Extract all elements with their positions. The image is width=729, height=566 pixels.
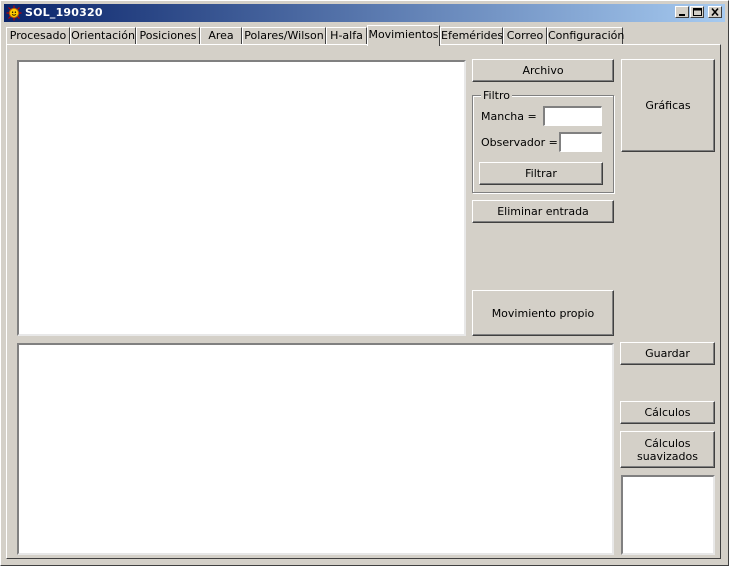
calculos-button[interactable]: Cálculos	[620, 401, 715, 424]
calculos-output-box[interactable]	[621, 475, 715, 555]
close-icon	[711, 7, 719, 17]
tab-configuracion[interactable]: Configuración	[547, 27, 624, 44]
tab-h-alfa[interactable]: H-alfa	[326, 27, 367, 44]
archivo-button[interactable]: Archivo	[472, 59, 614, 82]
maximize-icon	[693, 8, 702, 16]
eliminar-entrada-button[interactable]: Eliminar entrada	[472, 200, 614, 223]
graficas-button[interactable]: Gráficas	[621, 59, 715, 152]
tab-area[interactable]: Area	[200, 27, 242, 44]
tab-procesado[interactable]: Procesado	[6, 27, 70, 44]
tab-movimientos[interactable]: Movimientos	[367, 25, 440, 46]
sun-icon	[6, 5, 22, 21]
guardar-button[interactable]: Guardar	[620, 342, 715, 365]
calculos-suavizados-button[interactable]: Cálculos suavizados	[620, 431, 715, 468]
tab-efemerides[interactable]: Efemérides	[440, 27, 503, 44]
tab-strip: Procesado Orientación Posiciones Area Po…	[6, 25, 726, 46]
observador-label: Observador =	[481, 136, 558, 149]
tab-polares-wilson[interactable]: Polares/Wilson	[242, 27, 326, 44]
tab-orientacion[interactable]: Orientación	[70, 27, 136, 44]
tab-posiciones[interactable]: Posiciones	[136, 27, 200, 44]
maximize-button[interactable]	[690, 6, 704, 18]
filtrar-button[interactable]: Filtrar	[479, 162, 603, 185]
observador-input[interactable]	[559, 132, 602, 152]
close-button[interactable]	[708, 6, 722, 18]
window-title: SOL_190320	[25, 6, 103, 19]
results-text-area[interactable]	[17, 343, 614, 555]
movimientos-panel: Archivo Gráficas Filtro Mancha = Observa…	[6, 44, 721, 559]
filtro-group: Filtro Mancha = Observador = Filtrar	[472, 89, 614, 193]
movimiento-propio-button[interactable]: Movimiento propio	[472, 290, 614, 336]
app-window: SOL_190320 Procesado Orientación Posicio…	[0, 0, 729, 566]
mancha-input[interactable]	[543, 106, 602, 126]
minimize-button[interactable]	[675, 6, 689, 18]
minimize-icon	[679, 14, 685, 16]
title-bar[interactable]: SOL_190320	[4, 4, 725, 22]
mancha-label: Mancha =	[481, 110, 537, 123]
tab-correo[interactable]: Correo	[503, 27, 547, 44]
entries-list[interactable]	[17, 60, 466, 336]
filtro-legend: Filtro	[481, 89, 512, 102]
